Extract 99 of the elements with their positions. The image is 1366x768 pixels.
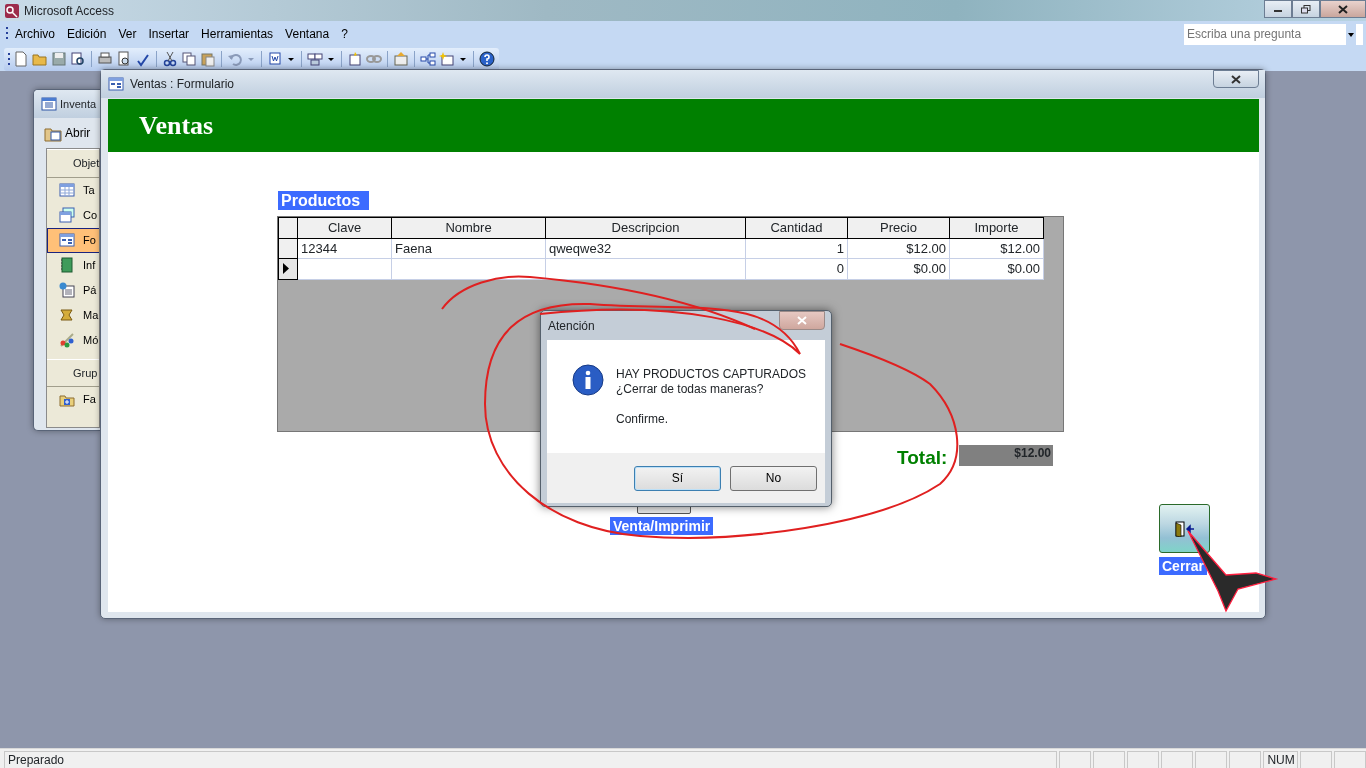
status-panel [1195,750,1228,768]
menu-item[interactable]: Ver [112,23,143,45]
current-record-icon [282,263,290,275]
object-list-item[interactable]: Ta [47,177,99,203]
window-title: Microsoft Access [24,2,115,20]
menu-item[interactable]: Ventana [279,23,336,45]
paste-icon[interactable] [200,51,216,67]
exit-button[interactable] [1159,504,1210,553]
form-icon [59,232,75,248]
close-button[interactable] [1213,70,1259,88]
information-icon [572,364,604,396]
print-preview-icon[interactable] [116,51,132,67]
status-indicator: NUM [1263,750,1298,768]
properties-icon[interactable] [393,51,409,67]
minimize-button[interactable] [1264,0,1292,18]
status-panel [1334,750,1366,768]
office-links-icon[interactable] [267,51,283,67]
total-field: $12.00 [959,445,1053,466]
object-list-item[interactable]: Inf [47,252,99,278]
table-icon [59,182,75,198]
code-icon[interactable] [347,51,363,67]
object-list-item[interactable]: Ma [47,302,99,328]
message-text: Confirme. [616,412,669,427]
file-search-icon[interactable] [70,51,86,67]
section-label: Productos [278,191,369,210]
grip-icon [6,26,9,42]
page-icon [59,282,75,298]
dialog-title: Atención [548,318,595,335]
close-icon [1338,4,1348,14]
restore-button[interactable] [1292,0,1320,18]
status-panel [1300,750,1332,768]
column-header[interactable]: Nombre [391,217,546,238]
table-cell: Faena [391,238,546,259]
module-icon [59,332,75,348]
exit-door-icon [1173,520,1196,537]
table-cell: $0.00 [949,258,1044,279]
print-icon[interactable] [97,51,113,67]
table-cell: qweqwe32 [545,238,746,259]
message-text: HAY PRODUCTOS CAPTURADOS [616,367,807,382]
macro-icon [59,307,75,323]
status-panel [1093,750,1126,768]
menu-item[interactable]: ? [335,23,354,45]
yes-button[interactable]: Sí [634,465,721,491]
help-icon[interactable] [479,51,495,67]
status-panel [1127,750,1160,768]
object-list-item[interactable]: Mó [47,327,99,353]
record-selector[interactable] [278,238,298,259]
database-window-icon [41,96,57,112]
report-icon [59,257,75,273]
menu-item[interactable]: Archivo [9,23,61,45]
window-title: Ventas : Formulario [130,76,235,93]
column-header[interactable]: Descripcion [545,217,746,238]
open-button[interactable]: Abrir [44,124,91,142]
object-list-item[interactable]: Fa [47,387,99,412]
status-panel [1059,750,1092,768]
message-text: ¿Cerrar de todas maneras? [616,382,765,397]
analyze-icon[interactable] [307,51,323,67]
column-header[interactable]: Importe [949,217,1044,238]
status-text: Preparado [4,750,1058,768]
table-cell: 12344 [297,238,392,259]
new-document-icon[interactable] [13,51,29,67]
no-button[interactable]: No [730,465,817,491]
table-cell: 0 [745,258,848,279]
form-title: Ventas [139,110,214,142]
restore-icon [1301,4,1311,14]
header-corner [278,217,298,238]
object-list-item[interactable]: Pá [47,277,99,303]
query-icon [59,207,75,223]
record-selector[interactable] [278,258,298,279]
column-header[interactable]: Precio [847,217,950,238]
total-label: Total: [897,446,948,470]
table-cell: $0.00 [847,258,950,279]
copy-icon[interactable] [181,51,197,67]
button-caption: Cerrar [1159,557,1208,575]
menu-item[interactable]: Edición [61,23,113,45]
table-cell: $12.00 [949,238,1044,259]
open-folder-icon[interactable] [32,51,48,67]
object-list-item[interactable]: Fo [47,227,99,253]
table-cell: 1 [745,238,848,259]
close-icon [797,316,807,325]
help-field[interactable]: Escriba una pregunta [1184,23,1363,45]
access-key-icon [4,2,20,19]
relationships-icon[interactable] [420,51,436,67]
object-list-item[interactable]: Co [47,202,99,228]
status-panel [1161,750,1194,768]
group-header[interactable]: Grup [47,358,99,387]
menu-item[interactable]: Herramientas [195,23,280,45]
button-caption: Venta/Imprimir [610,517,714,535]
window-title: Inventa [60,96,97,112]
status-panel [1229,750,1262,768]
column-header[interactable]: Clave [297,217,392,238]
column-header[interactable]: Cantidad [745,217,848,238]
close-button[interactable] [1320,0,1366,18]
cut-icon[interactable] [162,51,178,67]
close-icon [1231,74,1241,84]
table-cell: $12.00 [847,238,950,259]
form-icon [108,76,124,92]
menu-item[interactable]: Insertar [142,23,196,45]
new-object-icon[interactable] [439,51,455,67]
